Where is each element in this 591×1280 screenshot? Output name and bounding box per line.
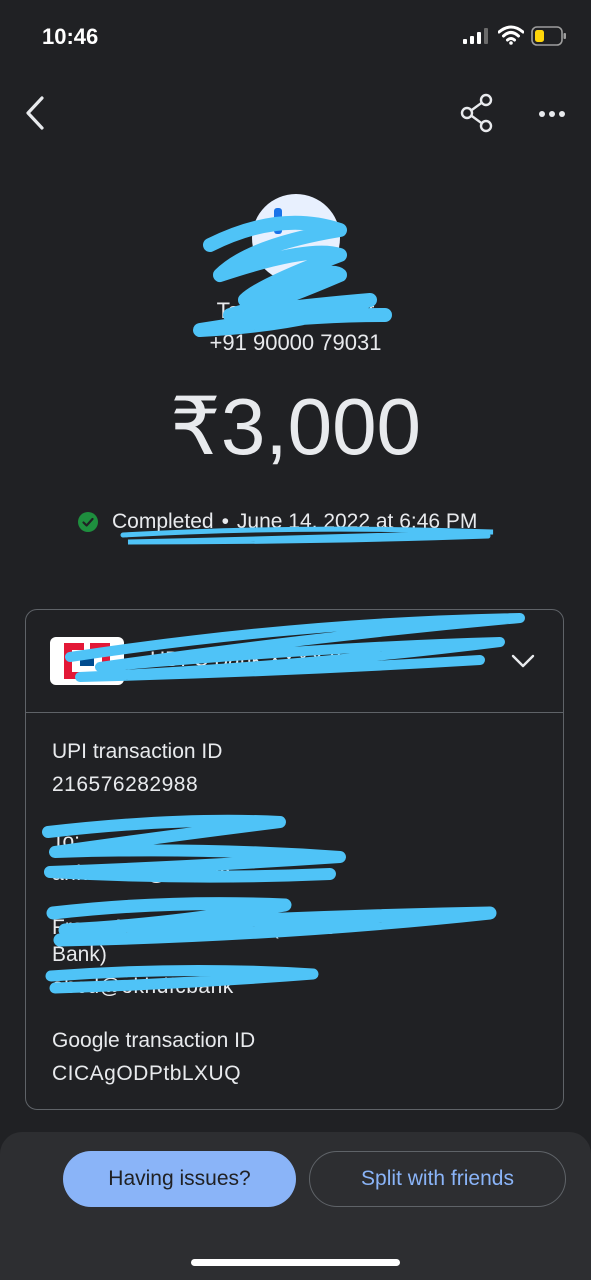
wifi-icon [498,25,524,45]
from-upi-id: abcd@okhdfcbank [52,975,234,998]
chevron-down-icon[interactable] [510,648,536,674]
from-label-continued: Bank) [52,943,107,966]
payment-amount: ₹3,000 [169,382,422,471]
status-text: Completed [112,510,214,533]
recipient-avatar [252,194,340,282]
check-circle-icon [78,512,98,532]
payment-status: Completed • June 14, 2022 at 6:46 PM [78,508,477,536]
status-bar: 10:46 [0,0,591,72]
more-options-icon[interactable] [532,96,572,132]
google-txn-value: CICAgODPtbLXUQ [52,1062,242,1085]
bank-account-name: HDFC Bank XXXX 2 [150,648,342,671]
status-separator: • [221,510,229,533]
from-label: From: ANKIT SAMANT (HDFC [52,916,338,939]
split-with-friends-button[interactable]: Split with friends [309,1151,566,1207]
upi-id-label: UPI transaction ID [52,740,223,763]
google-txn-label: Google transaction ID [52,1029,256,1052]
back-arrow-icon[interactable] [18,92,58,134]
cellular-signal-icon [463,28,488,44]
bank-account-row[interactable]: HDFC Bank XXXX 2 [26,610,563,713]
to-upi-id: ankit.sam@okaxis [52,862,231,885]
battery-icon [531,26,566,46]
hdfc-logo-icon [50,637,124,685]
to-label: To: [52,830,81,853]
having-issues-button[interactable]: Having issues? [63,1151,296,1207]
upi-id-value: 216576282988 [52,773,199,796]
avatar-letter-icon [274,208,282,234]
share-icon[interactable] [457,92,497,134]
clock: 10:46 [42,24,99,49]
home-indicator[interactable] [191,1259,400,1266]
payment-datetime: June 14, 2022 at 6:46 PM [236,510,478,533]
recipient-name: To ankit Samant [216,298,375,323]
recipient-phone: +91 90000 79031 [209,330,382,355]
transaction-details-card: HDFC Bank XXXX 2 UPI transaction ID 2165… [25,609,564,1110]
